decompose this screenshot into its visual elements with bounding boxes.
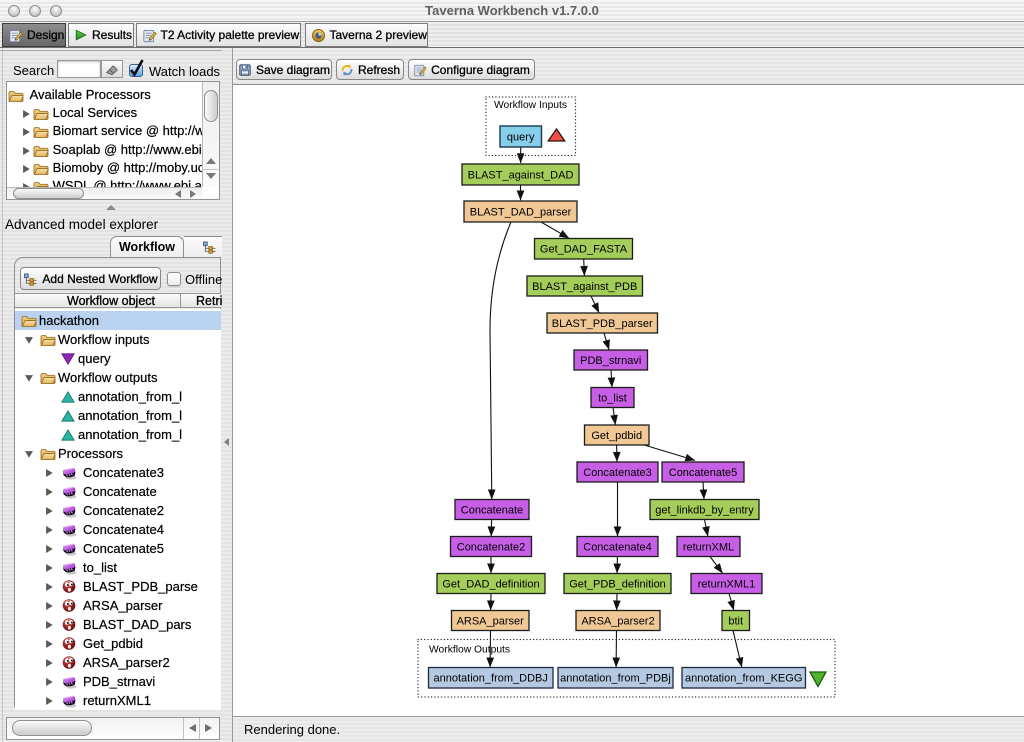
svg-text:returnXML: returnXML [683, 542, 734, 554]
svg-text:Get_DAD_FASTA: Get_DAD_FASTA [540, 244, 628, 256]
svg-text:annotation_from_PDBj: annotation_from_PDBj [560, 673, 671, 685]
svg-text:Concatenate: Concatenate [461, 505, 523, 517]
svg-text:annotation_from_DDBJ: annotation_from_DDBJ [434, 673, 548, 685]
svg-text:PDB_strnavi: PDB_strnavi [580, 355, 641, 367]
svg-text:Get_PDB_definition: Get_PDB_definition [569, 579, 666, 591]
svg-text:query: query [507, 132, 535, 144]
svg-text:ARSA_parser: ARSA_parser [457, 616, 525, 628]
svg-text:BLAST_against_PDB: BLAST_against_PDB [532, 281, 637, 293]
svg-text:Get_DAD_definition: Get_DAD_definition [442, 579, 539, 591]
svg-text:Concatenate5: Concatenate5 [669, 467, 738, 479]
svg-text:btit: btit [728, 616, 743, 628]
svg-text:get_linkdb_by_entry: get_linkdb_by_entry [655, 505, 754, 517]
svg-text:BLAST_DAD_parser: BLAST_DAD_parser [470, 207, 572, 219]
svg-text:ARSA_parser2: ARSA_parser2 [581, 616, 654, 628]
svg-text:annotation_from_KEGG: annotation_from_KEGG [685, 673, 802, 685]
svg-text:to_list: to_list [598, 393, 627, 405]
svg-text:Get_pdbid: Get_pdbid [591, 430, 642, 442]
svg-text:returnXML1: returnXML1 [698, 579, 755, 591]
svg-text:BLAST_against_DAD: BLAST_against_DAD [468, 170, 574, 182]
svg-text:Workflow Inputs: Workflow Inputs [494, 100, 567, 111]
svg-text:Concatenate4: Concatenate4 [583, 542, 652, 554]
svg-text:Workflow Outputs: Workflow Outputs [429, 645, 510, 656]
svg-text:Concatenate3: Concatenate3 [583, 467, 652, 479]
svg-text:Concatenate2: Concatenate2 [457, 542, 526, 554]
svg-text:BLAST_PDB_parser: BLAST_PDB_parser [552, 318, 653, 330]
